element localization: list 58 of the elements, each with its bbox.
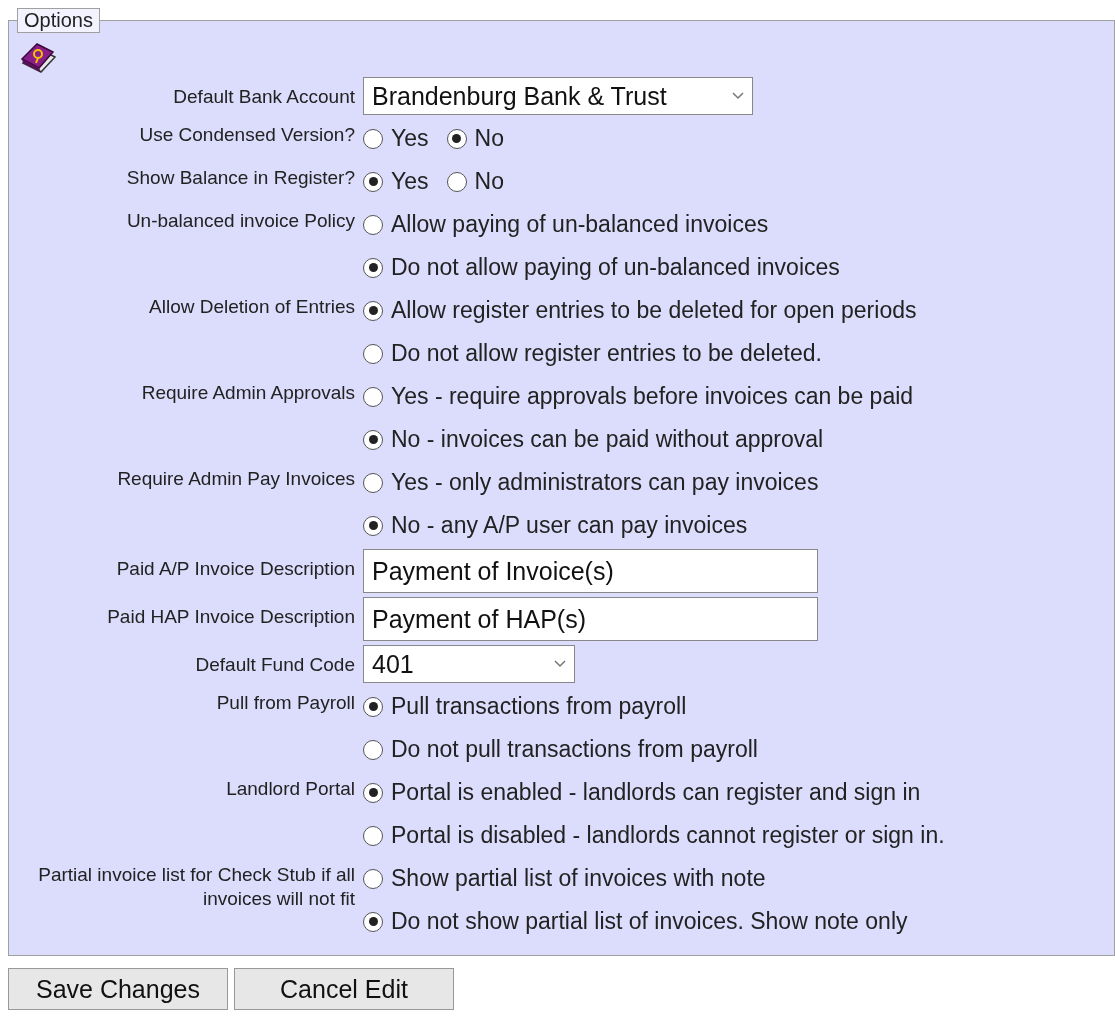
field-label: Partial invoice list for Check Stub if all invoices will not fit xyxy=(37,863,355,911)
radio-button[interactable] xyxy=(363,386,383,407)
radio-button[interactable] xyxy=(446,128,467,149)
radio-option[interactable]: Yes - require approvals before invoices can be paid xyxy=(363,375,1114,418)
field-label: Require Admin Pay Invoices xyxy=(116,467,355,491)
radio-option[interactable]: Portal is enabled - landlords can register and sign in xyxy=(363,771,1114,814)
radio-button[interactable] xyxy=(446,171,467,192)
radio-button[interactable] xyxy=(363,171,383,192)
field-label: Require Admin Approvals xyxy=(140,381,355,405)
radio-option[interactable]: Allow register entries to be deleted for open periods xyxy=(363,289,1114,332)
cancel-button[interactable]: Cancel Edit xyxy=(234,968,454,1010)
radio-option[interactable]: Yes - only administrators can pay invoices xyxy=(363,461,1114,504)
save-button[interactable]: Save Changes xyxy=(8,968,228,1010)
radio-button[interactable] xyxy=(363,825,383,846)
field-label: Show Balance in Register? xyxy=(125,166,355,190)
chevron-down-icon xyxy=(554,660,566,668)
field-label: Paid A/P Invoice Description xyxy=(115,557,355,581)
radio-option[interactable]: Portal is disabled - landlords cannot register or sign in. xyxy=(363,814,1114,857)
radio-button[interactable] xyxy=(363,343,383,364)
radio-option[interactable]: No xyxy=(446,117,504,160)
radio-button[interactable] xyxy=(363,515,383,536)
dropdown-field[interactable]: 401 xyxy=(363,645,575,683)
radio-option[interactable]: Do not allow register entries to be deleted. xyxy=(363,332,1114,375)
radio-button[interactable] xyxy=(363,868,383,889)
field-label: Default Bank Account xyxy=(172,85,355,109)
radio-button[interactable] xyxy=(363,739,383,760)
radio-button[interactable] xyxy=(363,214,383,235)
chevron-down-icon xyxy=(732,92,744,100)
panel-title: Options xyxy=(17,8,100,33)
field-label: Un-balanced invoice Policy xyxy=(125,209,355,233)
radio-button[interactable] xyxy=(363,696,383,717)
radio-option[interactable]: Do not allow paying of un-balanced invoices xyxy=(363,246,1114,289)
radio-option[interactable]: Do not pull transactions from payroll xyxy=(363,728,1114,771)
field-label: Landlord Portal xyxy=(225,777,355,801)
radio-option[interactable]: No - invoices can be paid without approval xyxy=(363,418,1114,461)
radio-button[interactable] xyxy=(363,911,383,932)
field-label: Allow Deletion of Entries xyxy=(148,295,355,319)
radio-option[interactable]: No - any A/P user can pay invoices xyxy=(363,504,1114,547)
radio-button[interactable] xyxy=(363,128,383,149)
radio-button[interactable] xyxy=(363,782,383,803)
radio-option[interactable]: Yes xyxy=(363,117,429,160)
radio-option[interactable]: No xyxy=(446,160,504,203)
radio-option[interactable]: Do not show partial list of invoices. Show note only xyxy=(363,900,1114,943)
text-field[interactable]: Payment of HAP(s) xyxy=(363,597,818,641)
field-label: Pull from Payroll xyxy=(215,691,355,715)
text-field[interactable]: Payment of Invoice(s) xyxy=(363,549,818,593)
radio-option[interactable]: Yes xyxy=(363,160,429,203)
radio-button[interactable] xyxy=(363,472,383,493)
dropdown-field[interactable]: Brandenburg Bank & Trust xyxy=(363,77,753,115)
field-label: Paid HAP Invoice Description xyxy=(106,605,355,629)
radio-button[interactable] xyxy=(363,257,383,278)
field-label: Default Fund Code xyxy=(194,653,355,677)
radio-button[interactable] xyxy=(363,300,383,321)
field-label: Use Condensed Version? xyxy=(138,123,355,147)
radio-option[interactable]: Show partial list of invoices with note xyxy=(363,857,1114,900)
radio-option[interactable]: Allow paying of un-balanced invoices xyxy=(363,203,1114,246)
radio-button[interactable] xyxy=(363,429,383,450)
radio-option[interactable]: Pull transactions from payroll xyxy=(363,685,1114,728)
